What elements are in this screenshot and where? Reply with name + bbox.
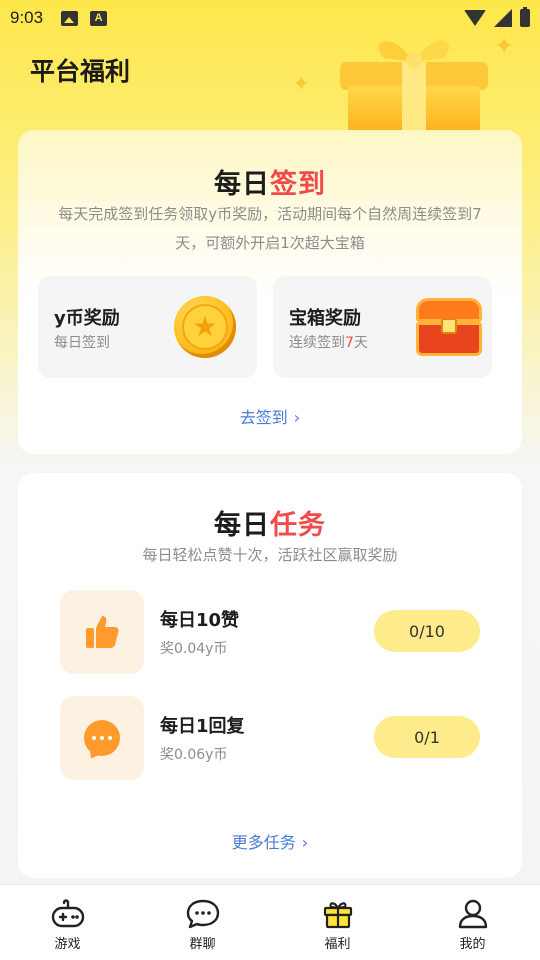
chest-reward-title: 宝箱奖励 [289, 308, 361, 329]
a-icon: A [90, 10, 108, 26]
chat-icon [186, 899, 219, 929]
treasure-chest-icon [416, 298, 482, 356]
task-name: 每日1回复 [160, 716, 245, 737]
bottom-nav: 游戏 群聊 福利 我的 [0, 884, 540, 960]
signin-desc-line1: 每天完成签到任务领取y币奖励，活动期间每个自然周连续签到7 [58, 205, 482, 223]
battery-icon [520, 7, 530, 27]
chest-sub-prefix: 连续签到 [289, 335, 345, 351]
signin-heading-red: 签到 [270, 169, 326, 200]
user-icon [458, 899, 487, 929]
nav-item-games[interactable]: 游戏 [0, 885, 135, 960]
nav-label-group-chat: 群聊 [189, 937, 216, 952]
coin-reward-box: y币奖励 每日签到 ★ [38, 276, 257, 378]
coin-reward-title: y币奖励 [54, 308, 120, 329]
signin-heading-dark: 每日 [214, 169, 270, 200]
chest-sub-suffix: 天 [353, 335, 368, 351]
chest-reward-box: 宝箱奖励 连续签到7天 [273, 276, 492, 378]
gift-icon [323, 902, 352, 929]
chest-sub-highlight: 7 [345, 335, 354, 351]
nav-item-group-chat[interactable]: 群聊 [135, 885, 270, 960]
chest-reward-sub: 连续签到7天 [289, 332, 368, 352]
page-title: 平台福利 [30, 57, 131, 86]
task-progress-button[interactable]: 0/1 [374, 716, 480, 758]
tasks-description: 每日轻松点赞十次，活跃社区赢取奖励 [142, 546, 398, 564]
daily-signin-card: 每日签到 每天完成签到任务领取y币奖励，活动期间每个自然周连续签到7 天，可额外… [18, 130, 522, 454]
more-tasks-link[interactable]: 更多任务 › [18, 829, 522, 853]
task-row: 每日1回复 奖0.06y币 0/1 [60, 696, 480, 780]
task-row: 每日10赞 奖0.04y币 0/10 [60, 590, 480, 674]
coin-icon: ★ [174, 296, 236, 358]
thumbs-up-icon [60, 590, 144, 674]
tasks-heading-red: 任务 [270, 510, 326, 541]
nav-label-games: 游戏 [54, 937, 81, 952]
gift-illustration [340, 40, 488, 132]
coin-reward-sub: 每日签到 [54, 335, 110, 351]
nav-item-welfare[interactable]: 福利 [270, 885, 405, 960]
task-reward: 奖0.04y币 [160, 641, 228, 657]
go-signin-link[interactable]: 去签到 › [18, 404, 522, 428]
signin-description: 每天完成签到任务领取y币奖励，活动期间每个自然周连续签到7 天，可额外开启1次超… [40, 200, 500, 258]
notification-icons: A [61, 10, 108, 26]
sparkle-icon: ✦ [292, 72, 311, 97]
chat-bubble-icon [60, 696, 144, 780]
signin-heading: 每日签到 [18, 162, 522, 201]
chevron-right-icon: › [293, 408, 301, 427]
task-reward: 奖0.06y币 [160, 747, 228, 763]
sparkle-icon: ✦ [494, 32, 515, 60]
nav-item-mine[interactable]: 我的 [405, 885, 540, 960]
status-time: 9:03 [10, 8, 44, 27]
task-progress-button[interactable]: 0/10 [374, 610, 480, 652]
daily-tasks-card: 每日任务 每日轻松点赞十次，活跃社区赢取奖励 每日10赞 奖0.04y币 0/1… [18, 473, 522, 878]
gamepad-icon [51, 899, 84, 928]
nav-label-mine: 我的 [459, 937, 486, 952]
nav-label-welfare: 福利 [324, 937, 351, 952]
more-tasks-label: 更多任务 [231, 833, 296, 852]
signin-desc-line2: 天，可额外开启1次超大宝箱 [175, 234, 365, 252]
tasks-heading-dark: 每日 [214, 510, 270, 541]
go-signin-label: 去签到 [239, 408, 288, 427]
task-name: 每日10赞 [160, 610, 240, 631]
image-icon [61, 10, 79, 26]
chevron-right-icon: › [301, 833, 309, 852]
tasks-heading: 每日任务 [18, 503, 522, 542]
